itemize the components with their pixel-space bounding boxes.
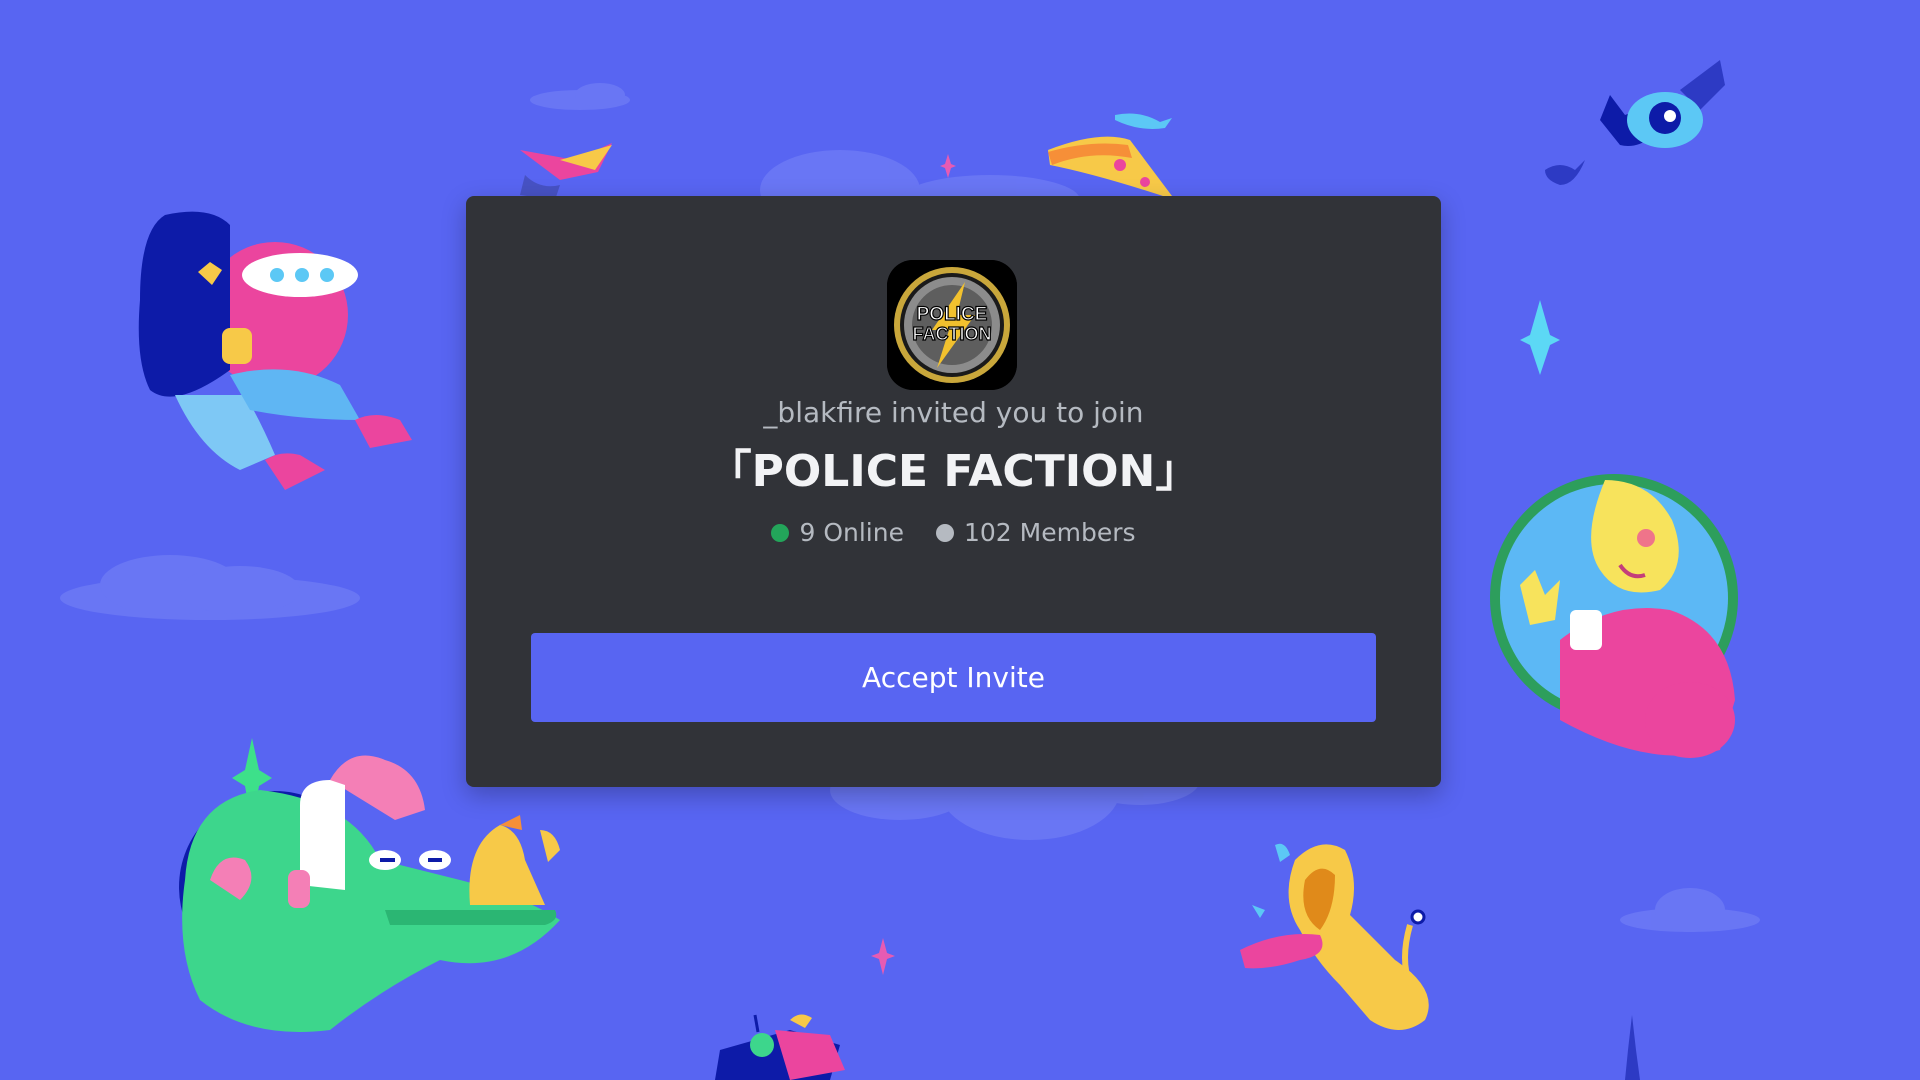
server-name: 「POLICE FACTION」 xyxy=(707,446,1200,497)
online-count: 9 Online xyxy=(771,518,904,548)
accept-invite-button[interactable]: Accept Invite xyxy=(531,633,1376,722)
retro-tv-illustration xyxy=(715,1014,845,1080)
character-reading-illustration xyxy=(138,211,412,490)
police-faction-server-icon: POLICE FACTION xyxy=(887,260,1017,390)
sparkle-icon xyxy=(1520,300,1560,375)
horn-illustration xyxy=(1240,843,1429,1030)
server-logo-text-bottom: FACTION xyxy=(913,324,992,344)
inviter-text: _blakfire invited you to join xyxy=(763,396,1144,429)
online-count-label: 9 Online xyxy=(799,518,904,547)
server-stats: 9 Online 102 Members xyxy=(466,518,1441,548)
server-logo: POLICE FACTION xyxy=(887,260,1017,390)
member-dot-icon xyxy=(935,524,954,542)
character-with-mug-illustration xyxy=(1490,474,1738,758)
invite-card: POLICE FACTION _blakfire invited you to … xyxy=(466,196,1441,787)
book-illustration xyxy=(520,143,612,200)
bat-illustration xyxy=(1545,60,1725,185)
creature-with-headphones-illustration xyxy=(179,755,560,1032)
member-count-label: 102 Members xyxy=(963,518,1136,547)
member-count: 102 Members xyxy=(935,518,1136,548)
server-logo-text-top: POLICE xyxy=(917,304,988,325)
online-dot-icon xyxy=(771,524,790,542)
pizza-illustration xyxy=(1048,113,1175,200)
